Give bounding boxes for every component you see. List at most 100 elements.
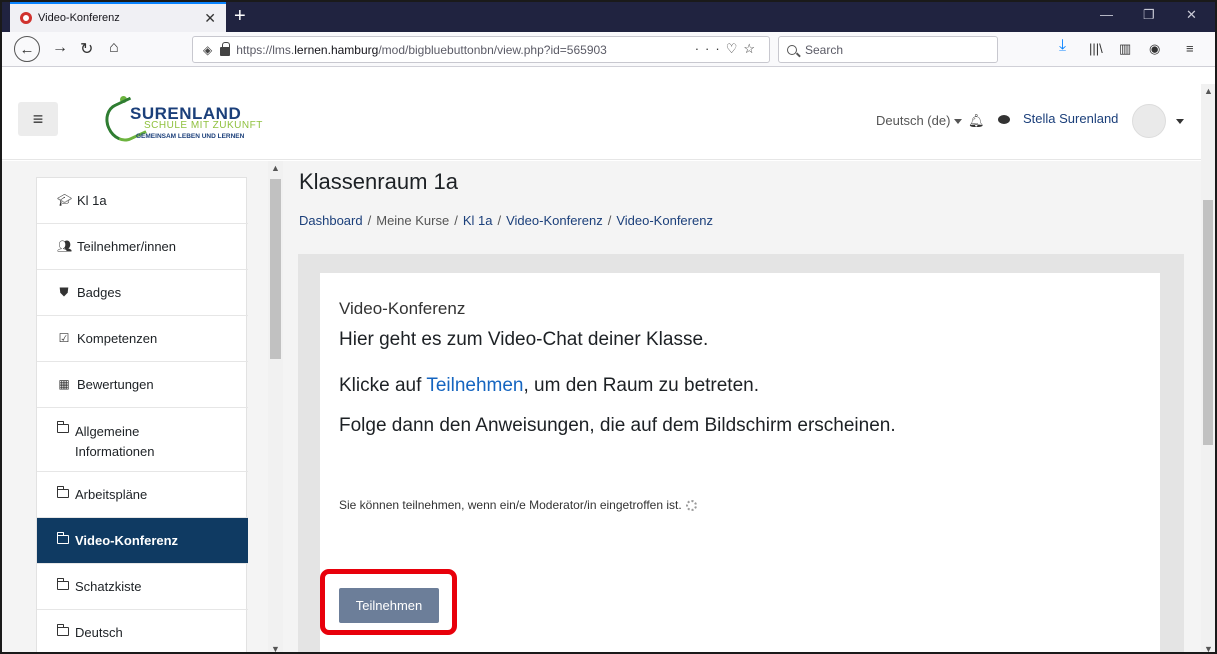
account-icon[interactable]: ◉: [1149, 41, 1160, 57]
breadcrumb-section[interactable]: Video-Konferenz: [506, 213, 603, 228]
folder-icon: [57, 578, 69, 590]
browser-tab[interactable]: Video-Konferenz ✕: [10, 2, 226, 32]
scroll-down-icon[interactable]: ▼: [1204, 644, 1213, 652]
forward-icon[interactable]: →: [52, 39, 68, 57]
sidebar-item-label: Badges: [77, 285, 122, 300]
avatar[interactable]: [1132, 104, 1166, 138]
page-title: Klassenraum 1a: [299, 169, 458, 194]
close-window-icon[interactable]: ✕: [1186, 7, 1197, 23]
browser-window: Video-Konferenz ✕ + — ❐ ✕ ← → ↻ ⌂ ◈ http…: [0, 0, 1217, 654]
breadcrumb-activity[interactable]: Video-Konferenz: [616, 213, 713, 228]
nav-drawer-toggle-icon[interactable]: ≡: [18, 102, 58, 136]
breadcrumb-separator: /: [497, 213, 502, 228]
menu-icon[interactable]: ≡: [1186, 41, 1194, 56]
scrollbar-thumb[interactable]: [1203, 200, 1213, 445]
sidebar-item-label: Video-Konferenz: [75, 533, 179, 548]
close-tab-icon[interactable]: ✕: [204, 10, 216, 27]
messages-icon[interactable]: [998, 115, 1010, 124]
lock-icon[interactable]: [220, 42, 231, 56]
breadcrumb-my-courses: Meine Kurse: [376, 213, 450, 228]
sidebar-item-german[interactable]: Deutsch: [37, 610, 248, 652]
url-text: https://lms.lernen.hamburg/mod/bigbluebu…: [236, 42, 607, 57]
download-icon[interactable]: ⤓: [1059, 37, 1066, 55]
more-actions-icon[interactable]: ···: [695, 41, 726, 56]
intro-line-3: Folge dann den Anweisungen, die auf dem …: [339, 415, 896, 436]
folder-icon: [57, 532, 69, 544]
sidebar-item-label: Schatzkiste: [75, 579, 142, 594]
breadcrumb: Dashboard / Meine Kurse / Kl 1a / Video-Konfer…: [299, 213, 713, 228]
sidebar-item-general-info[interactable]: Allgemeine Informationen: [37, 408, 248, 472]
sidebar-item-grades[interactable]: ▦ Bewertungen: [37, 362, 248, 408]
chevron-down-icon: [954, 119, 963, 125]
scrollbar-thumb[interactable]: [270, 179, 281, 359]
reload-icon[interactable]: ↻: [80, 39, 93, 59]
pocket-icon[interactable]: ♡: [726, 41, 744, 56]
breadcrumb-separator: /: [454, 213, 458, 228]
page-scrollbar[interactable]: ▲ ▼: [1201, 84, 1215, 652]
breadcrumb-dashboard[interactable]: Dashboard: [299, 213, 363, 228]
tab-title: Video-Konferenz: [38, 12, 120, 24]
status-message: Sie können teilnehmen, wenn ein/e Modera…: [339, 498, 697, 512]
library-icon[interactable]: |||\: [1089, 41, 1103, 56]
home-icon[interactable]: ⌂: [109, 39, 119, 57]
search-input[interactable]: Search: [778, 36, 998, 63]
sidebar-item-label: Kompetenzen: [77, 331, 158, 346]
sidebar-item-treasure-chest[interactable]: Schatzkiste: [37, 564, 248, 610]
folder-icon: [57, 486, 69, 498]
loading-spinner-icon: [685, 500, 697, 512]
navigation-toolbar: ← → ↻ ⌂ ◈ https://lms.lernen.hamburg/mod…: [2, 32, 1215, 67]
search-placeholder: Search: [805, 42, 844, 57]
language-menu[interactable]: Deutsch (de): [876, 113, 963, 128]
folder-icon: [57, 421, 69, 433]
school-logo[interactable]: SURENLAND SCHULE MIT ZUKUNFT GEMEINSAM L…: [99, 96, 276, 148]
intro-line-2: Klicke auf Teilnehmen, um den Raum zu be…: [339, 375, 759, 397]
shield-icon: ⛊: [59, 285, 69, 299]
notifications-bell-icon[interactable]: 🔔︎: [968, 113, 985, 129]
status-text: Sie können teilnehmen, wenn ein/e Modera…: [339, 498, 682, 512]
bookmark-star-icon[interactable]: ☆: [743, 41, 761, 56]
user-name[interactable]: Stella Surenland: [1023, 111, 1118, 126]
folder-icon: [57, 624, 69, 636]
address-bar[interactable]: ◈ https://lms.lernen.hamburg/mod/bigblue…: [192, 36, 770, 63]
activity-title: Video-Konferenz: [339, 299, 466, 318]
table-icon: ▦: [58, 377, 70, 391]
sidebar-item-workplans[interactable]: Arbeitspläne: [37, 472, 248, 518]
breadcrumb-course[interactable]: Kl 1a: [463, 213, 493, 228]
sidebar-item-competencies[interactable]: ☑ Kompetenzen: [37, 316, 248, 362]
graduation-cap-icon: 🎓︎: [57, 193, 73, 207]
logo-tagline: GEMEINSAM LEBEN UND LERNEN: [136, 133, 245, 140]
sidebar-item-video-conference[interactable]: Video-Konferenz: [37, 518, 248, 564]
intro-join-link: Teilnehmen: [426, 375, 524, 396]
sidebar-item-participants[interactable]: 👥︎ Teilnehmer/innen: [37, 224, 248, 270]
sidebar-item-label: Teilnehmer/innen: [77, 239, 177, 254]
breadcrumb-separator: /: [607, 213, 612, 228]
nav-drawer: 🎓︎ Kl 1a 👥︎ Teilnehmer/innen ⛊ Badges ☑ …: [36, 177, 248, 652]
restore-icon[interactable]: ❐: [1143, 7, 1155, 23]
sidebar-toggle-icon[interactable]: ▥: [1119, 41, 1131, 57]
scroll-down-icon[interactable]: ▼: [271, 644, 280, 652]
sidebar-item-label: Kl 1a: [77, 193, 107, 208]
intro-line-1: Hier geht es zum Video-Chat deiner Klass…: [339, 329, 709, 350]
scroll-up-icon[interactable]: ▲: [271, 163, 280, 173]
back-icon[interactable]: ←: [14, 36, 40, 62]
scroll-up-icon[interactable]: ▲: [1204, 86, 1213, 96]
sidebar-item-badges[interactable]: ⛊ Badges: [37, 270, 248, 316]
tracking-shield-icon[interactable]: ◈: [203, 43, 212, 57]
checkbox-icon: ☑: [58, 331, 70, 345]
intro-text: Klicke auf: [339, 375, 427, 396]
sidebar-item-course[interactable]: 🎓︎ Kl 1a: [37, 178, 248, 224]
sidebar-scrollbar[interactable]: ▲ ▼: [268, 161, 283, 652]
page-body: 🎓︎ Kl 1a 👥︎ Teilnehmer/innen ⛊ Badges ☑ …: [2, 161, 1201, 652]
users-icon: 👥︎: [57, 239, 73, 253]
intro-text: , um den Raum zu betreten.: [523, 375, 759, 396]
new-tab-icon[interactable]: +: [234, 5, 246, 28]
breadcrumb-separator: /: [367, 213, 372, 228]
sidebar-item-label: Allgemeine Informationen: [75, 424, 155, 459]
minimize-icon[interactable]: —: [1100, 7, 1113, 22]
site-header: ≡ SURENLAND SCHULE MIT ZUKUNFT GEMEINSAM…: [2, 68, 1201, 160]
sidebar-item-label: Bewertungen: [77, 377, 154, 392]
search-icon: [787, 44, 797, 55]
logo-subtitle: SCHULE MIT ZUKUNFT: [144, 120, 263, 131]
sidebar-item-label: Deutsch: [75, 625, 123, 640]
user-menu-chevron-icon[interactable]: [1176, 119, 1184, 124]
